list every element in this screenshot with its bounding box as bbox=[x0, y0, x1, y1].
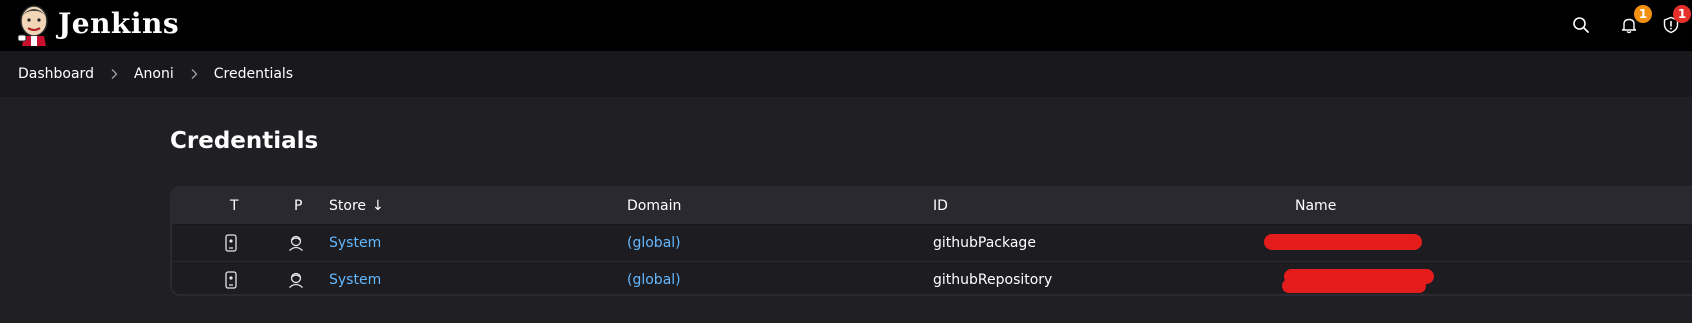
column-header-store[interactable]: Store bbox=[329, 188, 366, 224]
redacted-name bbox=[1264, 234, 1422, 250]
chevron-right-icon bbox=[190, 68, 198, 80]
top-bar: Jenkins 1 1 bbox=[0, 0, 1692, 51]
column-header-domain[interactable]: Domain bbox=[627, 188, 681, 224]
table-row[interactable]: System (global) githubPackage bbox=[172, 225, 1692, 261]
notifications-badge: 1 bbox=[1634, 5, 1652, 23]
credential-id[interactable]: githubPackage bbox=[933, 225, 1036, 261]
breadcrumb-dashboard[interactable]: Dashboard bbox=[18, 66, 94, 82]
breadcrumb-bar: Dashboard Anoni Credentials bbox=[0, 51, 1692, 97]
brand-name[interactable]: Jenkins bbox=[58, 4, 179, 44]
table-header: T P Store ↓ Domain ID Name bbox=[172, 188, 1692, 224]
chevron-right-icon bbox=[110, 68, 118, 80]
sort-descending-icon[interactable]: ↓ bbox=[372, 188, 384, 224]
search-button[interactable] bbox=[1564, 9, 1598, 41]
breadcrumb-folder[interactable]: Anoni bbox=[134, 66, 174, 82]
domain-link[interactable]: (global) bbox=[627, 225, 681, 261]
column-header-name[interactable]: Name bbox=[1295, 188, 1336, 224]
search-icon bbox=[1573, 17, 1589, 33]
breadcrumb-credentials[interactable]: Credentials bbox=[214, 66, 293, 82]
column-header-t[interactable]: T bbox=[230, 188, 239, 224]
user-provider-icon bbox=[289, 235, 303, 251]
breadcrumb: Dashboard Anoni Credentials bbox=[18, 51, 293, 97]
jenkins-logo[interactable] bbox=[16, 2, 52, 46]
store-link[interactable]: System bbox=[329, 262, 381, 294]
domain-link[interactable]: (global) bbox=[627, 262, 681, 294]
store-link[interactable]: System bbox=[329, 225, 381, 261]
table-row[interactable]: System (global) githubRepository bbox=[172, 261, 1692, 294]
credentials-table: T P Store ↓ Domain ID Name System (globa… bbox=[170, 186, 1692, 296]
page-title: Credentials bbox=[170, 128, 319, 154]
column-header-id[interactable]: ID bbox=[933, 188, 948, 224]
mobile-credential-icon bbox=[225, 234, 237, 252]
redacted-name bbox=[1282, 279, 1426, 293]
user-provider-icon bbox=[289, 272, 303, 288]
column-header-p[interactable]: P bbox=[294, 188, 302, 224]
mobile-credential-icon bbox=[225, 271, 237, 289]
security-badge: 1 bbox=[1673, 5, 1691, 23]
credential-id[interactable]: githubRepository bbox=[933, 262, 1052, 294]
